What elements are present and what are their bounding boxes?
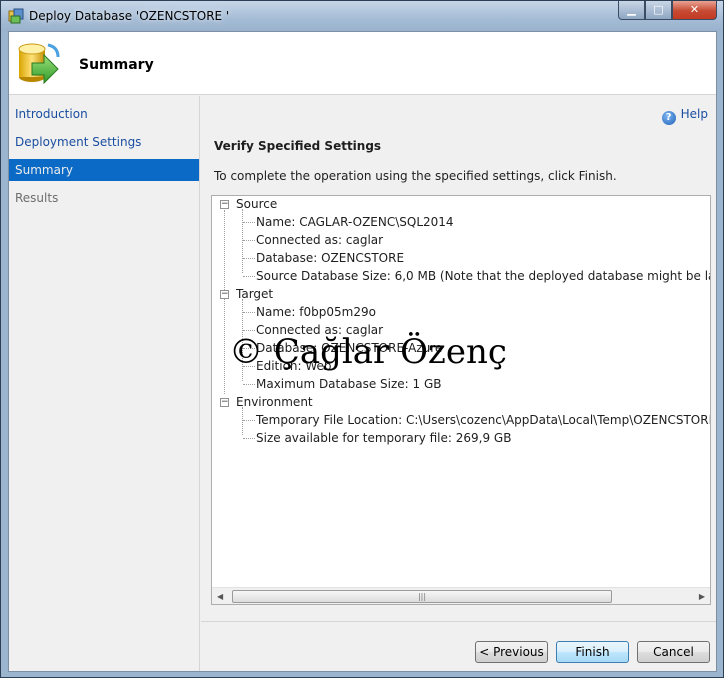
title-bar[interactable]: Deploy Database 'OZENCSTORE ' ▁ □ ✕	[1, 1, 723, 31]
tree-leaf: Database: OZENCSTORE	[256, 251, 405, 265]
scroll-left-arrow-icon[interactable]: ◀	[217, 592, 223, 601]
help-label: Help	[680, 107, 708, 121]
tree-connector	[243, 276, 255, 277]
tree-connector	[243, 366, 255, 367]
tree-leaf: Connected as: caglar	[256, 323, 384, 337]
tree-node-source[interactable]: Source	[236, 196, 277, 213]
tree-leaf: Database: OZENCSTORE-Azure	[256, 341, 443, 355]
settings-tree[interactable]: − Source Name: CAGLAR-OZENC\SQL2014 Conn…	[211, 195, 711, 605]
wizard-navigation: Introduction Deployment Settings Summary…	[9, 96, 200, 671]
summary-content: ? Help Verify Specified Settings To compl…	[201, 96, 716, 621]
help-link[interactable]: ? Help	[661, 107, 708, 125]
tree-leaf: Connected as: caglar	[256, 233, 384, 247]
tree-connector	[243, 348, 255, 349]
wizard-client-area: Summary Introduction Deployment Settings…	[8, 31, 717, 672]
tree-leaf: Edition: Web	[256, 359, 332, 373]
tree-node-target[interactable]: Target	[236, 285, 273, 303]
tree-leaf: Source Database Size: 6,0 MB (Note that …	[256, 269, 710, 283]
environment-collapse-toggle[interactable]: −	[220, 398, 229, 407]
page-title: Summary	[79, 57, 154, 73]
window-title: Deploy Database 'OZENCSTORE '	[29, 9, 230, 23]
tree-connector	[243, 420, 255, 421]
section-title: Verify Specified Settings	[214, 139, 382, 153]
nav-item-summary[interactable]: Summary	[9, 159, 199, 181]
help-icon: ?	[661, 111, 676, 125]
tree-leaf: Temporary File Location: C:\Users\cozenc…	[256, 413, 711, 427]
maximize-button[interactable]: □	[645, 1, 672, 20]
nav-item-deployment-settings[interactable]: Deployment Settings	[9, 131, 199, 153]
finish-button[interactable]: Finish	[556, 641, 629, 663]
deploy-database-window: Deploy Database 'OZENCSTORE ' ▁ □ ✕ Summ…	[0, 0, 724, 678]
tree-node-environment[interactable]: Environment	[236, 393, 313, 411]
database-deploy-icon	[18, 43, 60, 85]
cancel-button[interactable]: Cancel	[637, 641, 710, 663]
tree-connector	[243, 330, 255, 331]
source-collapse-toggle[interactable]: −	[220, 200, 229, 209]
tree-connector	[242, 407, 243, 435]
tree-leaf: Size available for temporary file: 269,9…	[256, 431, 512, 445]
tree-connector	[243, 240, 255, 241]
app-icon	[8, 8, 24, 24]
tree-leaf: Maximum Database Size: 1 GB	[256, 377, 442, 391]
tree-connector	[224, 210, 225, 394]
scroll-thumb[interactable]: |||	[232, 590, 612, 603]
target-collapse-toggle[interactable]: −	[220, 290, 229, 299]
wizard-footer: < Previous Finish Cancel	[201, 621, 716, 671]
tree-connector	[243, 222, 255, 223]
tree-connector	[242, 209, 243, 273]
horizontal-scrollbar[interactable]: ◀ ||| ▶	[212, 587, 710, 604]
nav-item-results: Results	[15, 191, 59, 205]
tree-leaf: Name: f0bp05m29o	[256, 305, 376, 319]
previous-button[interactable]: < Previous	[475, 641, 548, 663]
wizard-header: Summary	[9, 32, 716, 95]
tree-connector	[243, 258, 255, 259]
scroll-right-arrow-icon[interactable]: ▶	[699, 592, 705, 601]
tree-leaf: Name: CAGLAR-OZENC\SQL2014	[256, 215, 454, 229]
instruction-text: To complete the operation using the spec…	[214, 169, 617, 183]
tree-connector	[243, 438, 255, 439]
close-button[interactable]: ✕	[672, 1, 717, 20]
tree-connector	[243, 384, 255, 385]
nav-item-introduction[interactable]: Introduction	[9, 103, 199, 125]
minimize-button[interactable]: ▁	[618, 1, 645, 20]
tree-connector	[243, 312, 255, 313]
